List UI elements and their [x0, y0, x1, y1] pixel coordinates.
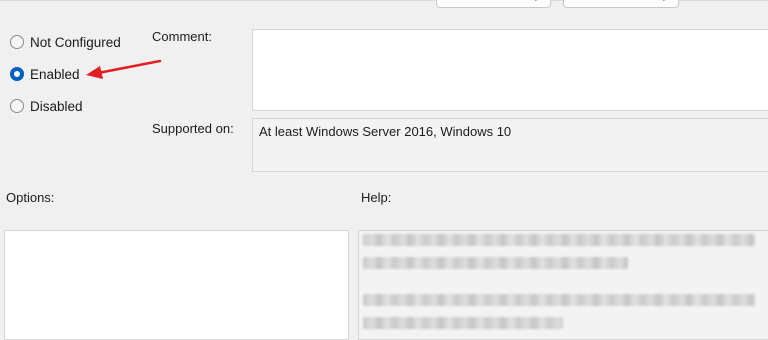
help-label: Help: [361, 190, 392, 205]
radio-label: Enabled [30, 66, 80, 82]
next-setting-button[interactable]: ⌄ [563, 0, 679, 8]
radio-enabled[interactable]: Enabled [10, 65, 80, 83]
radio-label: Disabled [30, 98, 83, 114]
radio-button[interactable] [10, 99, 24, 113]
policy-settings-dialog: ⌄ ⌄ Not Configured Enabled Disabled Comm… [0, 0, 768, 340]
supported-on-box: At least Windows Server 2016, Windows 10 [252, 118, 768, 172]
blurred-help-line [363, 317, 563, 329]
radio-label: Not Configured [30, 34, 121, 50]
blurred-help-line [363, 294, 755, 306]
options-panel[interactable] [4, 230, 349, 340]
supported-on-label: Supported on: [152, 121, 234, 136]
chevron-icon: ⌄ [532, 0, 540, 5]
blurred-help-line [363, 257, 628, 269]
radio-button[interactable] [10, 35, 24, 49]
supported-on-value: At least Windows Server 2016, Windows 10 [259, 124, 512, 139]
comment-label: Comment: [152, 29, 212, 44]
comment-textarea[interactable] [252, 29, 768, 111]
previous-setting-button[interactable]: ⌄ [436, 0, 551, 8]
radio-not-configured[interactable]: Not Configured [10, 33, 121, 51]
radio-button-checked[interactable] [10, 67, 24, 81]
help-panel[interactable] [358, 230, 768, 340]
blurred-help-line [363, 234, 755, 246]
radio-disabled[interactable]: Disabled [10, 97, 83, 115]
options-label: Options: [6, 190, 55, 205]
chevron-icon: ⌄ [660, 0, 668, 5]
